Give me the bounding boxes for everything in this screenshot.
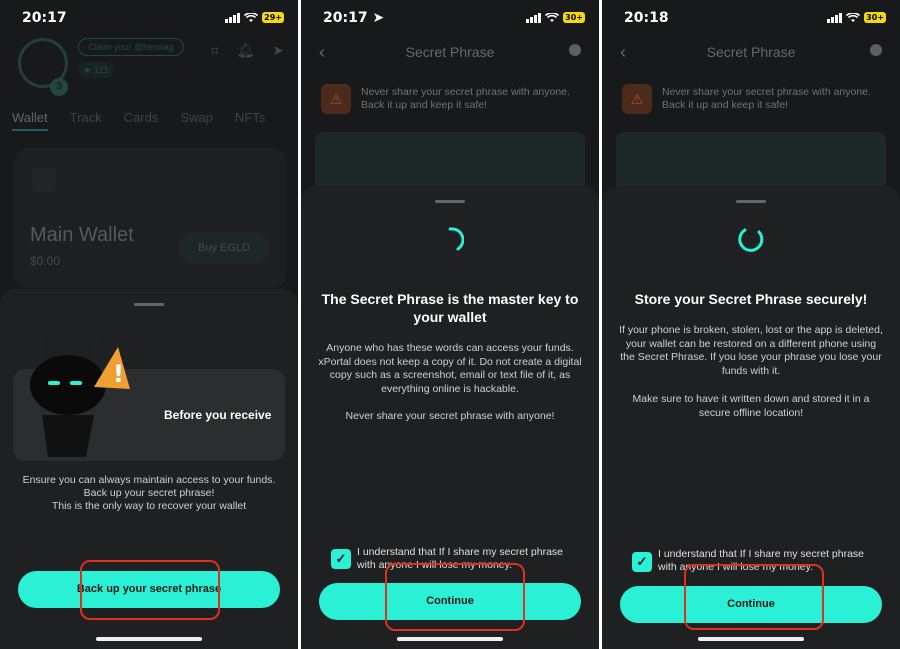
warning-text: Never share your secret phrase with anyo… <box>662 86 871 111</box>
battery-indicator: 30+ <box>563 12 585 23</box>
info-sheet: The Secret Phrase is the master key to y… <box>301 186 599 649</box>
sheet-handle[interactable] <box>435 200 465 203</box>
tab-swap[interactable]: Swap <box>180 110 213 131</box>
status-time-value: 20:17 <box>323 10 368 26</box>
scan-icon[interactable]: ⌗ <box>211 42 219 59</box>
page-title: Secret Phrase <box>405 44 495 60</box>
description-line-1: Ensure you can always maintain access to… <box>22 474 276 486</box>
tab-track[interactable]: Track <box>70 110 102 131</box>
bell-icon[interactable]: 🔔︎ <box>236 42 254 59</box>
loading-spinner-icon <box>738 228 764 252</box>
page-title: Secret Phrase <box>706 44 796 60</box>
highlight-box <box>684 564 824 630</box>
tab-cards[interactable]: Cards <box>124 110 159 131</box>
highlight-box <box>80 560 220 620</box>
wallet-icon <box>32 168 56 192</box>
wallet-name: Main Wallet <box>30 224 134 246</box>
svg-text:!: ! <box>113 360 124 388</box>
sheet-title: Store your Secret Phrase securely! <box>634 291 868 307</box>
blurred-phrase <box>616 132 886 192</box>
wallet-balance: $0.00 <box>30 254 61 268</box>
wifi-icon <box>846 12 861 22</box>
warning-icon: ⚠ <box>622 84 652 114</box>
signal-icon <box>827 12 843 23</box>
sheet-body: If your phone is broken, stolen, lost or… <box>619 324 883 377</box>
warning-text: Never share your secret phrase with anyo… <box>361 86 570 111</box>
blurred-phrase <box>315 132 585 192</box>
sheet-handle[interactable] <box>736 200 766 203</box>
description-line-3: This is the only way to recover your wal… <box>51 500 247 512</box>
buy-egld-button[interactable]: Buy EGLD <box>178 232 270 264</box>
score-badge: ★ 121 <box>78 62 114 78</box>
claim-herotag-button[interactable]: Claim your @herotag <box>78 38 184 56</box>
banner-title: Before you receive <box>164 408 272 422</box>
screen-secret-phrase-master-key: 20:17 ➤ 30+ ‹ Secret Phrase ⚠ Never shar… <box>301 0 599 649</box>
highlight-box <box>385 563 525 631</box>
home-indicator[interactable] <box>397 637 503 641</box>
tab-wallet[interactable]: Wallet <box>12 110 48 131</box>
acknowledge-checkbox[interactable]: ✓ <box>331 549 351 569</box>
page-header: ‹ Secret Phrase <box>301 42 599 62</box>
info-sheet: Store your Secret Phrase securely! If yo… <box>602 186 900 649</box>
send-icon[interactable]: ➤ <box>272 42 284 59</box>
status-time: 20:18 <box>624 10 669 26</box>
robot-warning-illustration: ! <box>30 334 130 457</box>
screen-wallet-backup: 20:17 29+ 3 Claim your @herotag ★ 121 ⌗ … <box>0 0 298 649</box>
sheet-body-secondary: Make sure to have it written down and st… <box>632 393 870 419</box>
description-line-2: Back up your secret phrase! <box>83 487 215 499</box>
sheet-handle[interactable] <box>134 303 164 306</box>
home-indicator[interactable] <box>96 637 202 641</box>
location-icon: ➤ <box>372 10 385 26</box>
wallet-tabs: Wallet Track Cards Swap NFTs <box>12 110 265 131</box>
backup-description: Ensure you can always maintain access to… <box>14 474 284 513</box>
battery-indicator: 30+ <box>864 12 886 23</box>
sheet-title: The Secret Phrase is the master key to y… <box>321 291 579 325</box>
backup-sheet: ! Before you receive Ensure you can alwa… <box>0 289 298 649</box>
wallet-card[interactable]: Main Wallet $0.00 Buy EGLD <box>14 148 286 288</box>
screen-store-secret-phrase: 20:18 30+ ‹ Secret Phrase ⚠ Never share … <box>602 0 900 649</box>
home-indicator[interactable] <box>698 637 804 641</box>
status-bar: 20:17 ➤ 30+ <box>301 10 599 30</box>
wifi-icon <box>545 12 560 22</box>
help-icon[interactable] <box>569 44 581 56</box>
page-header: ‹ Secret Phrase <box>602 42 900 62</box>
status-bar: 20:18 30+ <box>602 10 900 30</box>
acknowledge-checkbox[interactable]: ✓ <box>632 552 652 572</box>
help-icon[interactable] <box>870 44 882 56</box>
sheet-body-secondary: Never share your secret phrase with anyo… <box>345 410 555 422</box>
tab-nfts[interactable]: NFTs <box>235 110 265 131</box>
score-value: 121 <box>93 65 109 75</box>
sheet-body: Anyone who has these words can access yo… <box>318 342 582 395</box>
status-time: 20:17 ➤ <box>323 10 384 26</box>
warning-icon: ⚠ <box>321 84 351 114</box>
loading-spinner-icon <box>448 227 464 251</box>
level-badge: 3 <box>50 78 68 96</box>
signal-icon <box>526 12 542 23</box>
